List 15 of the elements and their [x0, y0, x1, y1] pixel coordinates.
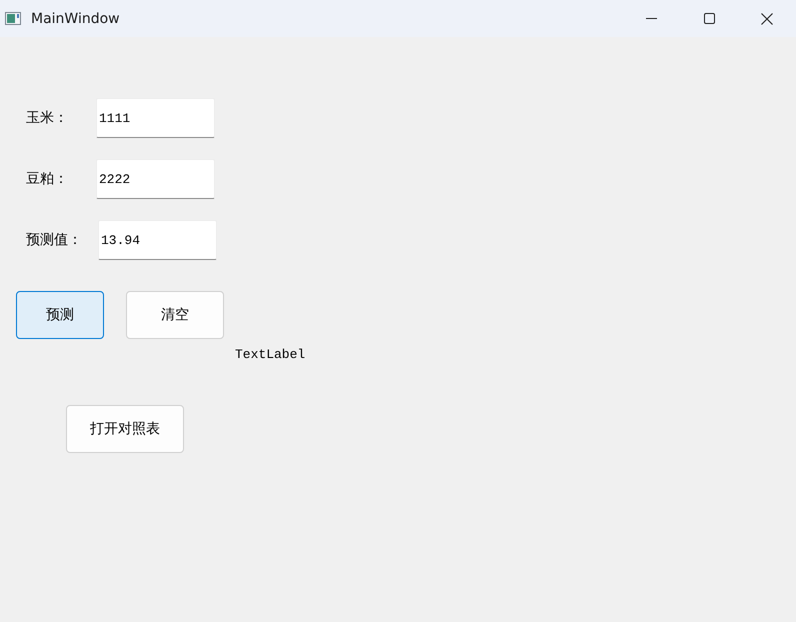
input-field[interactable]: 13.94: [98, 220, 217, 260]
window-title: MainWindow: [31, 10, 120, 26]
app-icon: [5, 12, 21, 25]
open-table-button[interactable]: 打开对照表: [66, 405, 184, 453]
minimize-icon: [646, 18, 656, 19]
field-label: 豆粕：: [26, 170, 69, 188]
field-label: 预测值：: [26, 231, 83, 249]
clear-button[interactable]: 清空: [126, 291, 224, 339]
input-field[interactable]: 1111: [96, 98, 215, 138]
maximize-icon: [704, 13, 714, 24]
input-field[interactable]: 2222: [96, 159, 215, 199]
close-icon: [761, 12, 773, 24]
text-label: TextLabel: [235, 347, 306, 362]
predict-button[interactable]: 预测: [16, 291, 104, 339]
field-label: 玉米：: [26, 109, 69, 127]
